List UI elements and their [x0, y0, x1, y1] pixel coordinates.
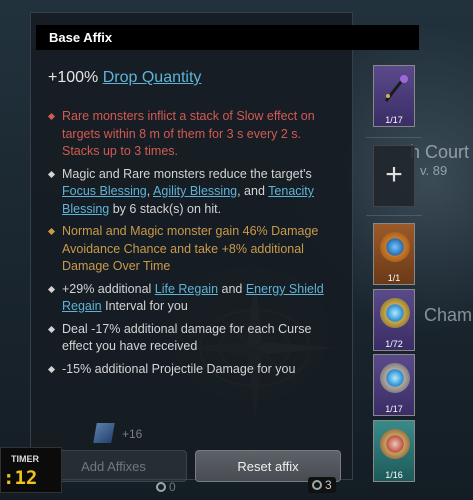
plus-icon: +	[385, 158, 403, 191]
affix-item: Normal and Magic monster gain 46% Damage…	[47, 223, 340, 276]
compass-slot-2[interactable]: 1/1	[373, 223, 415, 285]
slot-divider	[366, 215, 422, 216]
compass-red-icon	[380, 429, 410, 459]
diamond-bullet-icon	[47, 325, 56, 333]
compass-blue-icon	[380, 298, 410, 328]
map-level-label: v. 89	[420, 163, 448, 178]
affix-text: +29% additional	[62, 281, 155, 296]
currency-icon	[312, 480, 322, 490]
slot-count: 1/1	[387, 273, 401, 283]
diamond-bullet-icon	[47, 365, 56, 373]
affix-item: Deal -17% additional damage for each Cur…	[47, 321, 340, 356]
compass-slot-4[interactable]: 1/17	[373, 354, 415, 416]
affix-crystal-count: +16	[122, 427, 143, 441]
slot-count: 1/16	[385, 470, 403, 480]
diamond-bullet-icon	[47, 285, 56, 293]
diamond-bullet-icon	[47, 170, 56, 178]
affix-list: Rare monsters inflict a stack of Slow ef…	[47, 108, 340, 383]
slot-count: 1/17	[385, 115, 403, 125]
affix-text: Interval for you	[101, 299, 188, 313]
affix-item: +29% additional Life Regain and Energy S…	[47, 281, 340, 316]
affix-text: , and	[237, 184, 269, 198]
slot-count: 1/17	[385, 404, 403, 414]
staff-icon	[384, 75, 408, 102]
compass-slot-column: 1/17 + 1/1 1/72 1/17 1/16	[366, 55, 422, 485]
slot-count: 1/72	[385, 339, 403, 349]
add-affixes-button[interactable]: Add Affixes	[40, 450, 187, 482]
compass-slot-5[interactable]: 1/16	[373, 420, 415, 482]
focus-blessing-link[interactable]: Focus Blessing	[62, 184, 147, 198]
reset-cost: 3	[308, 477, 336, 493]
compass-orange-icon	[380, 232, 410, 262]
affix-item: Magic and Rare monsters reduce the targe…	[47, 166, 340, 219]
compass-slot-1[interactable]: 1/17	[373, 65, 415, 127]
compass-blue-icon	[380, 363, 410, 393]
affix-text: Deal -17% additional damage for each Cur…	[62, 321, 312, 354]
map-label-chamber: Chamb	[424, 305, 473, 325]
currency-icon	[156, 482, 166, 492]
diamond-bullet-icon	[47, 227, 56, 236]
main-stat: +100% Drop Quantity	[48, 69, 201, 87]
reset-cost-value: 3	[325, 478, 332, 492]
affix-text: Magic and Rare monsters reduce the targe…	[62, 166, 312, 181]
affix-text: Rare monsters inflict a stack of Slow ef…	[62, 109, 315, 158]
drop-quantity-link[interactable]: Drop Quantity	[103, 69, 202, 86]
main-stat-value: +100%	[48, 69, 103, 86]
diamond-bullet-icon	[47, 112, 56, 121]
affix-crystal-icon	[93, 423, 115, 443]
slot-divider	[366, 137, 422, 138]
timer-value: :12	[3, 467, 38, 489]
compass-slot-3[interactable]: 1/72	[373, 289, 415, 351]
timer-label: TIMER	[11, 454, 39, 464]
affix-item: Rare monsters inflict a stack of Slow ef…	[47, 108, 340, 161]
agility-blessing-link[interactable]: Agility Blessing	[153, 184, 237, 198]
affix-text: by 6 stack(s) on hit.	[109, 201, 222, 216]
life-regain-link[interactable]: Life Regain	[155, 282, 218, 296]
add-cost-value: 0	[169, 480, 176, 494]
affix-text: -15% additional Projectile Damage for yo…	[62, 361, 296, 376]
affix-text: Normal and Magic monster gain 46% Damage…	[62, 224, 319, 273]
add-cost: 0	[156, 480, 176, 494]
panel-title: Base Affix	[36, 25, 419, 50]
affix-text: and	[218, 281, 246, 296]
affix-item: -15% additional Projectile Damage for yo…	[47, 361, 340, 379]
timer-widget: TIMER :12	[0, 447, 62, 493]
add-slot-button[interactable]: +	[373, 145, 415, 207]
